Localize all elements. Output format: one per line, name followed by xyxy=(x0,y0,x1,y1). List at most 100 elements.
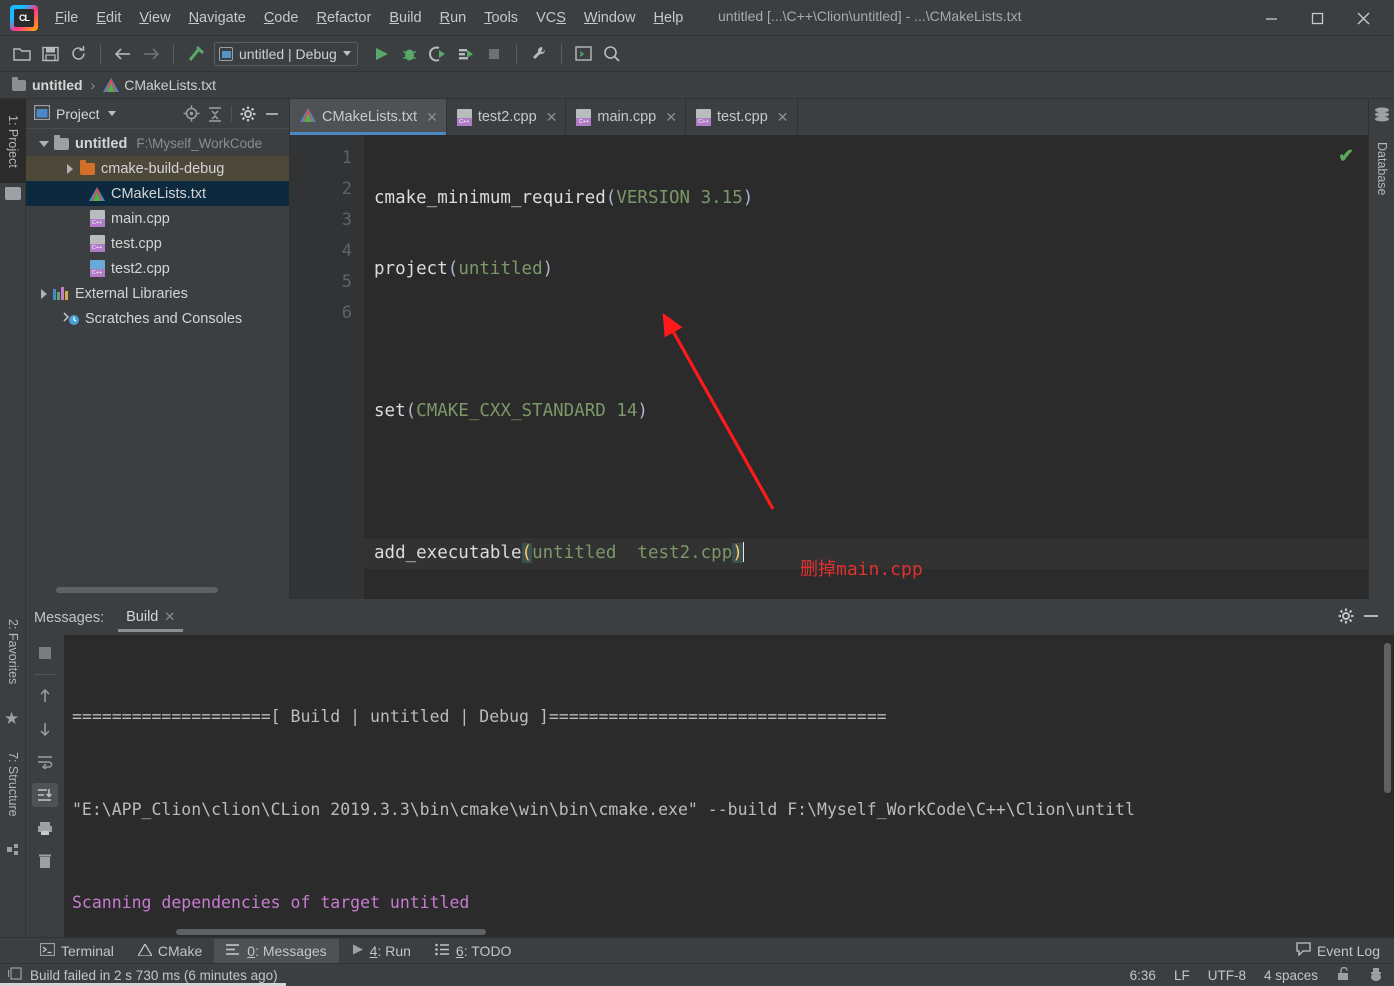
sidebar-item-database[interactable]: Database xyxy=(1369,129,1394,209)
hector-icon[interactable] xyxy=(1368,967,1384,984)
menu-navigate[interactable]: Navigate xyxy=(180,6,255,30)
close-icon[interactable]: ✕ xyxy=(665,109,677,126)
tree-item-cmake-build-debug[interactable]: cmake-build-debug xyxy=(26,156,289,181)
menu-vcs[interactable]: VCS xyxy=(527,6,575,30)
menu-build[interactable]: Build xyxy=(380,6,430,30)
save-icon[interactable] xyxy=(36,40,64,68)
bottom-tab-cmake[interactable]: CMake xyxy=(126,939,214,963)
bottom-tab-messages[interactable]: 0: Messages xyxy=(214,938,339,963)
line-separator[interactable]: LF xyxy=(1174,968,1190,983)
console-output[interactable]: ====================[ Build | untitled |… xyxy=(72,639,1380,937)
bottom-tab-run[interactable]: 4: Run xyxy=(339,939,423,963)
gear-icon[interactable] xyxy=(237,103,259,125)
menu-code[interactable]: Code xyxy=(255,6,308,30)
sidebar-item-structure[interactable]: 7: Structure xyxy=(0,731,26,837)
menu-file[interactable]: File xyxy=(46,6,87,30)
run-with-coverage-icon[interactable] xyxy=(424,40,452,68)
gear-icon[interactable] xyxy=(1338,608,1354,628)
minimize-icon[interactable] xyxy=(261,103,283,125)
folder-icon xyxy=(5,187,21,200)
menu-view[interactable]: View xyxy=(130,6,179,30)
chevron-down-icon[interactable] xyxy=(107,111,116,116)
file-encoding[interactable]: UTF-8 xyxy=(1208,968,1246,983)
chevron-right-icon[interactable] xyxy=(62,161,78,177)
sidebar-item-favorites[interactable]: 2: Favorites xyxy=(0,599,26,705)
caret-position[interactable]: 6:36 xyxy=(1130,968,1156,983)
menu-refactor[interactable]: Refactor xyxy=(308,6,381,30)
console-vertical-scrollbar[interactable] xyxy=(1384,643,1391,793)
minimize-button[interactable] xyxy=(1248,0,1294,36)
config-icon xyxy=(219,46,233,61)
menu-run[interactable]: Run xyxy=(431,6,476,30)
chevron-down-icon xyxy=(342,51,351,56)
sync-icon[interactable] xyxy=(64,40,92,68)
next-problem-icon[interactable] xyxy=(32,717,58,741)
tab-test-cpp[interactable]: test.cpp ✕ xyxy=(685,99,798,135)
menu-edit[interactable]: Edit xyxy=(87,6,130,30)
close-icon[interactable]: ✕ xyxy=(164,609,175,625)
menu-window[interactable]: Window xyxy=(575,6,645,30)
tree-item-test2-cpp[interactable]: test2.cpp xyxy=(26,256,289,281)
close-icon[interactable]: ✕ xyxy=(546,109,558,126)
bottom-tab-todo[interactable]: 6: TODO xyxy=(423,939,524,963)
close-icon[interactable]: ✕ xyxy=(426,109,438,126)
breadcrumb-project[interactable]: untitled xyxy=(32,77,83,93)
minimize-icon[interactable] xyxy=(1362,608,1380,628)
print-icon[interactable] xyxy=(32,816,58,840)
locate-icon[interactable] xyxy=(180,103,202,125)
cpp-file-icon-blue xyxy=(88,260,106,278)
window-controls xyxy=(1248,0,1394,36)
bottom-tab-terminal[interactable]: Terminal xyxy=(28,939,126,963)
prev-problem-icon[interactable] xyxy=(32,684,58,708)
line-number: 2 xyxy=(341,179,352,199)
sidebar-item-project[interactable]: 1: Project xyxy=(0,99,26,183)
tab-test2-cpp[interactable]: test2.cpp ✕ xyxy=(446,99,567,135)
soft-wrap-icon[interactable] xyxy=(32,750,58,774)
menu-tools[interactable]: Tools xyxy=(475,6,527,30)
terminal-icon[interactable] xyxy=(570,40,598,68)
code-line-4: set(CMAKE_CXX_STANDARD 14) xyxy=(374,401,648,421)
project-horizontal-scrollbar[interactable] xyxy=(56,587,218,593)
chevron-right-icon[interactable] xyxy=(36,286,52,302)
stop-icon xyxy=(480,40,508,68)
scroll-to-end-icon[interactable] xyxy=(32,783,58,807)
search-everywhere-icon[interactable] xyxy=(598,40,626,68)
tab-main-cpp[interactable]: main.cpp ✕ xyxy=(566,99,686,135)
run-configuration-selector[interactable]: untitled | Debug xyxy=(214,41,358,66)
menu-help[interactable]: Help xyxy=(644,6,692,30)
profile-icon[interactable] xyxy=(452,40,480,68)
status-icon[interactable] xyxy=(7,967,22,983)
maximize-button[interactable] xyxy=(1294,0,1340,36)
tree-item-external-libraries[interactable]: External Libraries xyxy=(26,281,289,306)
left-tool-strip: 1: Project 2: Favorites ★ 7: Structure xyxy=(0,99,26,937)
debug-icon[interactable] xyxy=(396,40,424,68)
event-log-button[interactable]: Event Log xyxy=(1296,942,1394,959)
folder-icon xyxy=(12,76,26,91)
console-horizontal-scrollbar[interactable] xyxy=(176,929,486,935)
delete-icon[interactable] xyxy=(32,849,58,873)
tree-item-scratches[interactable]: Scratches and Consoles xyxy=(26,306,289,331)
tree-item-main-cpp[interactable]: main.cpp xyxy=(26,206,289,231)
clion-logo-icon: CL xyxy=(10,4,38,31)
line-number: 1 xyxy=(341,148,352,168)
close-button[interactable] xyxy=(1340,0,1386,36)
sidebar-structure-label: 7: Structure xyxy=(6,751,20,817)
chevron-down-icon[interactable] xyxy=(36,136,52,152)
tree-item-test-cpp[interactable]: test.cpp xyxy=(26,231,289,256)
run-icon[interactable] xyxy=(368,40,396,68)
unlock-icon[interactable] xyxy=(1336,966,1350,984)
tree-item-cmakelists[interactable]: CMakeLists.txt xyxy=(26,181,289,206)
settings-wrench-icon[interactable] xyxy=(525,40,553,68)
folder-gray-icon xyxy=(52,134,70,153)
indent-setting[interactable]: 4 spaces xyxy=(1264,968,1318,983)
tree-item-untitled[interactable]: untitled F:\Myself_WorkCode xyxy=(26,131,289,156)
build-hammer-icon[interactable] xyxy=(182,40,210,68)
close-icon[interactable]: ✕ xyxy=(777,109,789,126)
collapse-all-icon[interactable] xyxy=(204,103,226,125)
tab-cmakelists-txt[interactable]: CMakeLists.txt ✕ xyxy=(290,99,447,135)
breadcrumb-file[interactable]: CMakeLists.txt xyxy=(124,77,216,93)
back-arrow-icon[interactable] xyxy=(109,40,137,68)
open-folder-icon[interactable] xyxy=(8,40,36,68)
inspection-status-icon[interactable]: ✔ xyxy=(1338,145,1354,168)
messages-tab-build[interactable]: Build ✕ xyxy=(118,603,184,632)
